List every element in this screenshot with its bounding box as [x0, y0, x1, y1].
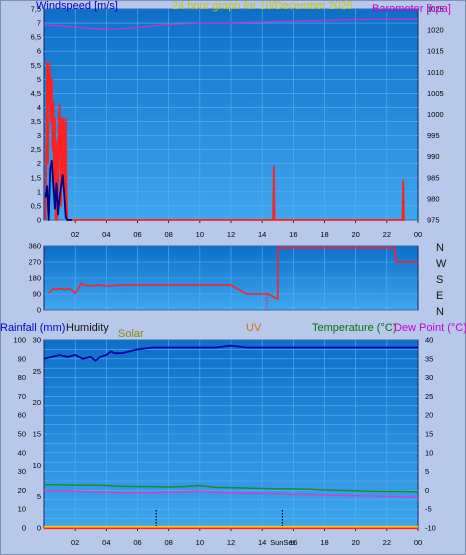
humidity-y-tick: 60 [18, 411, 26, 420]
rain-y-tick: 0 [37, 524, 41, 533]
x-tick-label: 14 [258, 230, 266, 239]
humidity-y-tick: 70 [18, 392, 26, 401]
temp-y-tick: 0 [425, 486, 429, 495]
humidity-y-tick: 20 [18, 486, 26, 495]
humidity-y-tick: 30 [18, 467, 26, 476]
compass-label: W [436, 258, 447, 270]
rain-y-tick: 15 [33, 430, 41, 439]
wind-y-tick: 4 [37, 103, 41, 112]
x-tick-label: 22 [383, 538, 391, 547]
rain-y-tick: 25 [33, 367, 41, 376]
baro-axis-label: Barometer [hpa] [372, 3, 451, 15]
humidity-y-tick: 80 [18, 373, 26, 382]
temp-y-tick: 5 [425, 467, 429, 476]
dew-point-axis-label: Dew Point (°C) [394, 322, 466, 334]
rain-y-tick: 10 [33, 461, 41, 470]
compass-label: N [436, 242, 444, 254]
temperature-axis-label: Temperature (°C) [312, 322, 396, 334]
wind-y-tick: 3,5 [31, 117, 41, 126]
baro-y-tick: 1005 [427, 89, 444, 98]
x-tick-label: 04 [102, 230, 110, 239]
direction-y-tick: 270 [28, 258, 41, 267]
temp-y-tick: 30 [425, 373, 433, 382]
x-tick-label: 18 [320, 538, 328, 547]
baro-y-tick: 1015 [427, 47, 444, 56]
compass-label: E [436, 290, 443, 302]
temp-y-tick: 10 [425, 448, 433, 457]
humidity-y-tick: 10 [18, 505, 26, 514]
compass-label: S [436, 274, 443, 286]
x-tick-label: 10 [196, 230, 204, 239]
direction-y-tick: 360 [28, 242, 41, 251]
baro-y-tick: 1010 [427, 68, 444, 77]
solar-label: Solar [118, 328, 144, 340]
x-tick-label: 08 [164, 230, 172, 239]
humidity-y-tick: 90 [18, 354, 26, 363]
humidity-axis-label: Humidity [66, 322, 109, 334]
rain-y-tick: 30 [33, 336, 41, 345]
wind-y-tick: 3 [37, 131, 41, 140]
baro-y-tick: 980 [427, 194, 440, 203]
compass-label: N [436, 306, 444, 318]
temp-y-tick: 35 [425, 354, 433, 363]
rain-y-tick: 5 [37, 492, 41, 501]
temp-y-tick: 20 [425, 411, 433, 420]
x-tick-label: 08 [164, 538, 172, 547]
baro-y-tick: 985 [427, 173, 440, 182]
x-tick-label: 02 [71, 538, 79, 547]
chart-title: 24 hour graph for 10/December 2025 [172, 0, 353, 12]
rainfall-axis-label: Rainfall (mm) [0, 322, 65, 334]
temp-y-tick: -5 [425, 505, 432, 514]
baro-y-tick: 995 [427, 131, 440, 140]
x-tick-label: 02 [71, 230, 79, 239]
wind-y-tick: 5,5 [31, 61, 41, 70]
direction-y-tick: 0 [37, 306, 41, 315]
x-tick-label: 06 [133, 230, 141, 239]
x-tick-label: 14 [258, 538, 266, 547]
uv-label: UV [246, 322, 262, 334]
wind-y-tick: 0,5 [31, 201, 41, 210]
wind-y-tick: 4,5 [31, 89, 41, 98]
x-tick-label: 00 [414, 230, 422, 239]
x-tick-label: 12 [227, 230, 235, 239]
humidity-y-tick: 100 [13, 336, 26, 345]
wind-y-tick: 1 [37, 187, 41, 196]
humidity-y-tick: 0 [22, 524, 26, 533]
temp-y-tick: -10 [425, 524, 436, 533]
temp-y-tick: 15 [425, 430, 433, 439]
x-tick-label: 12 [227, 538, 235, 547]
baro-y-tick: 1020 [427, 26, 444, 35]
wind-y-tick: 2 [37, 159, 41, 168]
x-tick-label: 04 [102, 538, 110, 547]
baro-y-tick: 990 [427, 152, 440, 161]
weather-dashboard: 0 0,5 1 1,5 2 2,5 3 3,5 4 4,5 5 5,5 6 6,5 7 7,5 975 980 98… [0, 0, 466, 555]
weather-charts: 00,511,522,533,544,555,566,577,597598098… [0, 0, 466, 555]
direction-y-tick: 90 [33, 290, 41, 299]
x-tick-label: 06 [133, 538, 141, 547]
direction-y-tick: 180 [28, 274, 41, 283]
temp-y-tick: 40 [425, 336, 433, 345]
temp-y-tick: 25 [425, 392, 433, 401]
sunset-label: SunSet [270, 538, 296, 547]
x-tick-label: 16 [289, 230, 297, 239]
x-tick-label: 18 [320, 230, 328, 239]
wind-y-tick: 6,5 [31, 33, 41, 42]
wind-y-tick: 2,5 [31, 145, 41, 154]
wind-axis-label: Windspeed [m/s] [36, 0, 118, 12]
wind-y-tick: 5 [37, 75, 41, 84]
rain-y-tick: 20 [33, 398, 41, 407]
x-tick-label: 00 [414, 538, 422, 547]
wind-y-tick: 1,5 [31, 173, 41, 182]
baro-y-tick: 1000 [427, 110, 444, 119]
humidity-y-tick: 50 [18, 430, 26, 439]
wind-y-tick: 7 [37, 19, 41, 28]
x-tick-label: 22 [383, 230, 391, 239]
x-tick-label: 20 [351, 538, 359, 547]
humidity-y-tick: 40 [18, 448, 26, 457]
baro-y-tick: 975 [427, 216, 440, 225]
x-tick-label: 20 [351, 230, 359, 239]
wind-y-tick: 6 [37, 47, 41, 56]
x-tick-label: 10 [196, 538, 204, 547]
wind-y-tick: 0 [37, 216, 41, 225]
